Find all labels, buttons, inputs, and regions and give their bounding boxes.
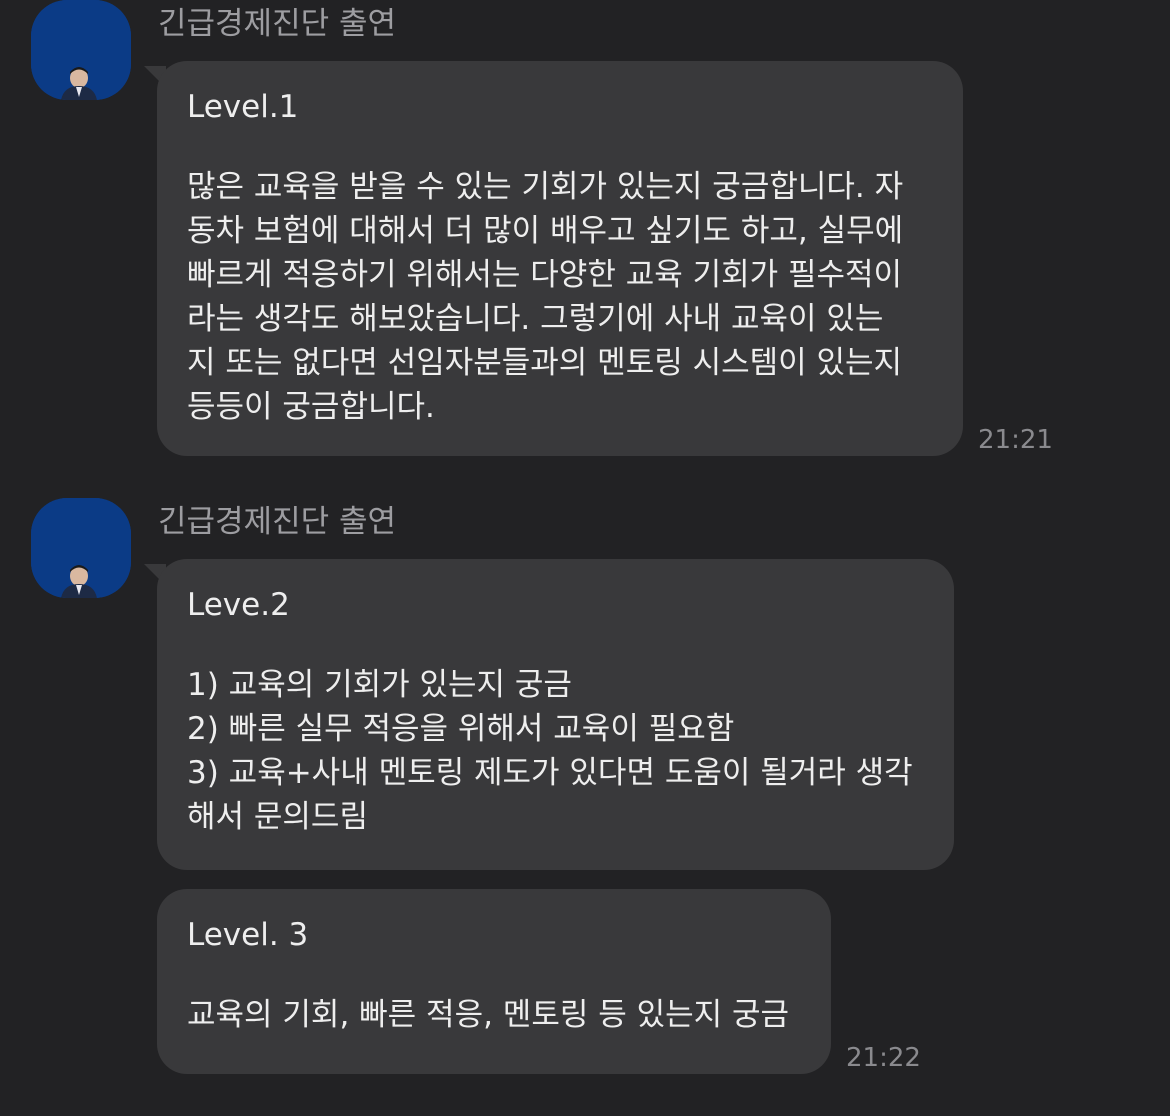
message-bubble[interactable]: Level. 3 교육의 기회, 빠른 적응, 멘토링 등 있는지 궁금 xyxy=(157,889,831,1074)
message-line: 해서 문의드림 xyxy=(187,799,368,835)
message-line: 많은 교육을 받을 수 있는 기회가 있는지 궁금합니다. 자 xyxy=(187,169,904,205)
message-line: 등등이 궁금합니다. xyxy=(187,389,435,425)
message-line: 1) 교육의 기회가 있는지 궁금 xyxy=(187,667,572,703)
message-line: 3) 교육+사내 멘토링 제도가 있다면 도움이 될거라 생각 xyxy=(187,755,913,791)
message-bubble[interactable]: Level.1 많은 교육을 받을 수 있는 기회가 있는지 궁금합니다. 자 … xyxy=(157,61,963,456)
sender-name: 긴급경제진단 출연 xyxy=(158,504,397,540)
message-title: Level.1 xyxy=(187,89,299,125)
person-photo-icon xyxy=(31,0,131,100)
message-time: 21:21 xyxy=(978,425,1053,455)
message-line: 지 또는 없다면 선임자분들과의 멘토링 시스템이 있는지 xyxy=(187,345,903,381)
message-line: 빠르게 적응하기 위해서는 다양한 교육 기회가 필수적이 xyxy=(187,257,903,293)
message-line: 2) 빠른 실무 적응을 위해서 교육이 필요함 xyxy=(187,711,735,747)
sender-avatar[interactable] xyxy=(31,0,131,100)
message-line: 동차 보험에 대해서 더 많이 배우고 싶기도 하고, 실무에 xyxy=(187,213,904,249)
message-title: Level. 3 xyxy=(187,917,309,953)
message-line: 라는 생각도 해보았습니다. 그렇기에 사내 교육이 있는 xyxy=(187,301,884,337)
message-title: Leve.2 xyxy=(187,587,290,623)
sender-name: 긴급경제진단 출연 xyxy=(158,6,397,42)
person-photo-icon xyxy=(31,498,131,598)
message-time: 21:22 xyxy=(846,1043,921,1073)
message-line: 교육의 기회, 빠른 적응, 멘토링 등 있는지 궁금 xyxy=(187,997,790,1033)
sender-avatar[interactable] xyxy=(31,498,131,598)
message-bubble[interactable]: Leve.2 1) 교육의 기회가 있는지 궁금 2) 빠른 실무 적응을 위해… xyxy=(157,559,954,870)
